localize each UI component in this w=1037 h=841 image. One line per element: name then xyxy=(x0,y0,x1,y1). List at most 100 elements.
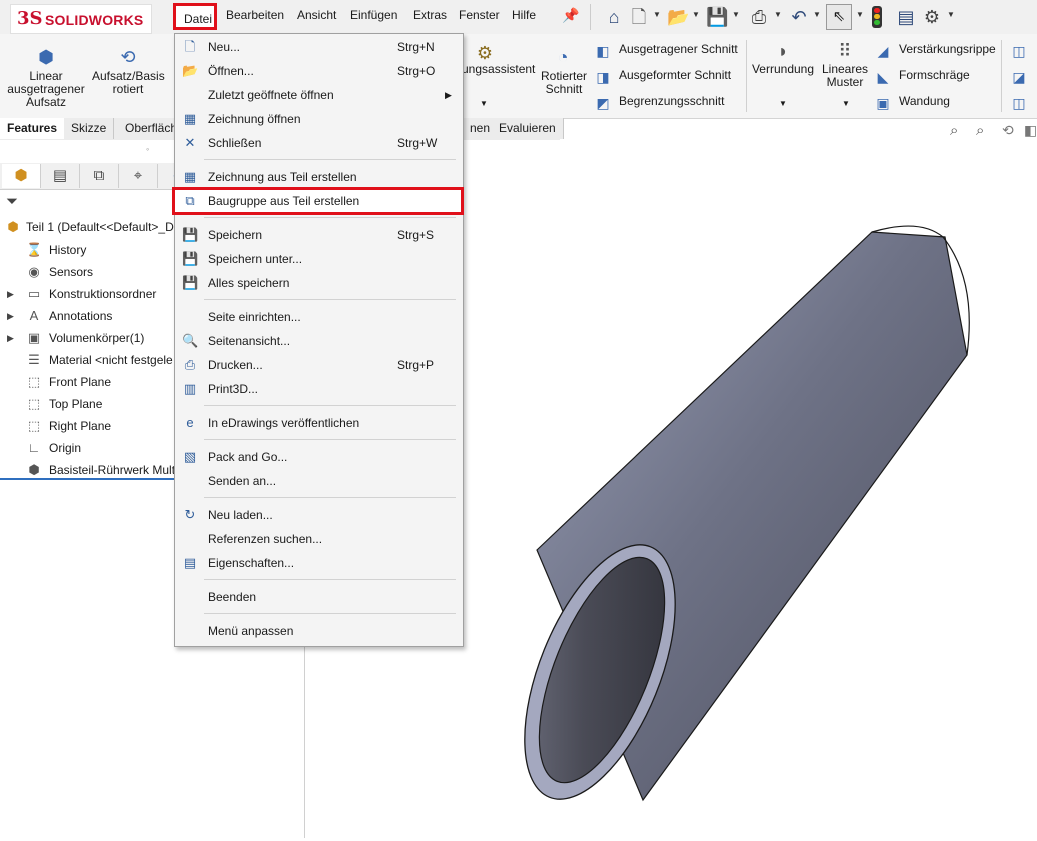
menu-fenster[interactable]: Fenster xyxy=(459,8,500,22)
chevron-down-icon[interactable]: ▼ xyxy=(732,10,740,19)
menu-item-zeichnung-aus-teil-erstellen[interactable]: ▦ Zeichnung aus Teil erstellen xyxy=(175,165,463,189)
chevron-down-icon[interactable]: ▼ xyxy=(653,10,661,19)
home-icon[interactable]: ⌂ xyxy=(603,6,625,28)
menu-item-shortcut: Strg+W xyxy=(397,136,438,150)
feature-manager-tab-icon[interactable]: ⬢ xyxy=(2,164,41,188)
tab-evaluieren[interactable]: Evaluieren xyxy=(492,118,564,139)
menu-einfuegen[interactable]: Einfügen xyxy=(350,8,397,22)
open-icon[interactable]: 📂 xyxy=(667,6,689,28)
toolbar-separator xyxy=(590,4,591,30)
menu-item-menü-anpassen[interactable]: Menü anpassen xyxy=(175,619,463,643)
property-manager-tab-icon[interactable]: ▤ xyxy=(41,164,80,188)
chevron-down-icon[interactable]: ▼ xyxy=(692,10,700,19)
hole-wizard-icon[interactable]: ⚙ xyxy=(474,42,496,64)
menu-item-beenden[interactable]: Beenden xyxy=(175,585,463,609)
chevron-right-icon[interactable]: ▶ xyxy=(7,328,14,348)
hole-wizard-button[interactable]: ungsassistent xyxy=(462,63,535,76)
save-icon[interactable]: 💾 xyxy=(706,6,728,28)
chevron-down-icon[interactable]: ▼ xyxy=(947,10,955,19)
menu-item-seitenansicht[interactable]: 🔍 Seitenansicht... xyxy=(175,329,463,353)
draft-icon[interactable]: ◣ xyxy=(874,66,892,88)
menu-item-print3d[interactable]: ▥ Print3D... xyxy=(175,377,463,401)
chevron-down-icon[interactable]: ▼ xyxy=(842,99,850,108)
rib-button[interactable]: Verstärkungsrippe xyxy=(899,43,996,56)
menu-item-seite-einrichten[interactable]: Seite einrichten... xyxy=(175,305,463,329)
wrap-icon[interactable]: ◫ xyxy=(1010,40,1028,62)
chevron-down-icon[interactable]: ▼ xyxy=(779,99,787,108)
extrude-boss-button[interactable]: Linear ausgetragener Aufsatz xyxy=(4,70,88,109)
extrude-boss-icon[interactable]: ⬢ xyxy=(35,46,57,68)
extruded-cut-icon[interactable]: ◧ xyxy=(594,40,612,62)
rebuild-traffic-light-icon[interactable] xyxy=(872,6,882,28)
mirror-icon[interactable]: ◫ xyxy=(1010,92,1028,114)
panel-grip-icon[interactable]: ◦ xyxy=(146,144,149,154)
chevron-down-icon[interactable]: ▼ xyxy=(856,10,864,19)
chevron-down-icon[interactable]: ▼ xyxy=(813,10,821,19)
tab-skizze[interactable]: Skizze xyxy=(64,118,115,139)
menu-item-schließen[interactable]: ✕ Schließen Strg+W xyxy=(175,131,463,155)
chevron-down-icon[interactable]: ▼ xyxy=(480,99,488,108)
select-cursor-icon[interactable]: ⇖ xyxy=(826,4,852,30)
section-view-icon[interactable]: ◧ xyxy=(1024,122,1037,139)
configuration-manager-tab-icon[interactable]: ⧉ xyxy=(80,164,119,188)
menu-item-eigenschaften[interactable]: ▤ Eigenschaften... xyxy=(175,551,463,575)
menu-item-baugruppe-aus-teil-erstellen[interactable]: ⧉ Baugruppe aus Teil erstellen xyxy=(175,189,463,213)
shell-icon[interactable]: ▣ xyxy=(874,92,892,114)
tree-item-label: Right Plane xyxy=(49,419,112,433)
drawing-from-part-icon: ▦ xyxy=(183,169,197,184)
menu-item-pack-and-go[interactable]: ▧ Pack and Go... xyxy=(175,445,463,469)
menu-extras[interactable]: Extras xyxy=(413,8,447,22)
shell-button[interactable]: Wandung xyxy=(899,95,950,108)
undo-icon[interactable]: ↶ xyxy=(788,6,810,28)
menu-item-zeichnung-öffnen[interactable]: ▦ Zeichnung öffnen xyxy=(175,107,463,131)
menu-item-drucken[interactable]: ⎙ Drucken... Strg+P xyxy=(175,353,463,377)
draft-button[interactable]: Formschräge xyxy=(899,69,970,82)
solidworks-logo[interactable]: 3S SOLIDWORKS xyxy=(10,4,152,34)
filter-icon[interactable]: ⏷ xyxy=(6,193,18,210)
rib-icon[interactable]: ◢ xyxy=(874,40,892,62)
zoom-to-area-icon[interactable]: ⌕ xyxy=(976,122,984,139)
intersect-icon[interactable]: ◪ xyxy=(1010,66,1028,88)
menu-item-speichern[interactable]: 💾 Speichern Strg+S xyxy=(175,223,463,247)
boundary-cut-button[interactable]: Begrenzungsschnitt xyxy=(619,95,724,108)
menu-item-referenzen-suchen[interactable]: Referenzen suchen... xyxy=(175,527,463,551)
chevron-right-icon[interactable]: ▶ xyxy=(7,306,14,326)
menu-item-neu-laden[interactable]: ↻ Neu laden... xyxy=(175,503,463,527)
menu-bearbeiten[interactable]: Bearbeiten xyxy=(226,8,284,22)
linear-pattern-button[interactable]: Lineares Muster xyxy=(818,63,872,89)
print-icon[interactable]: ⎙ xyxy=(748,6,770,28)
swept-cut-button[interactable]: Ausgeformter Schnitt xyxy=(619,69,731,82)
fillet-icon[interactable]: ◗ xyxy=(772,40,794,62)
menu-item-label: Referenzen suchen... xyxy=(208,532,323,546)
dimxpert-tab-icon[interactable]: ⌖ xyxy=(119,164,158,188)
previous-view-icon[interactable]: ⟲ xyxy=(1002,122,1014,139)
new-document-icon[interactable]: 🗋 xyxy=(628,6,650,28)
zoom-to-fit-icon[interactable]: ⌕ xyxy=(950,122,958,139)
menu-item-neu[interactable]: 🗋 Neu... Strg+N xyxy=(175,35,463,59)
menu-hilfe[interactable]: Hilfe xyxy=(512,8,536,22)
menu-item-senden-an[interactable]: Senden an... xyxy=(175,469,463,493)
menu-item-speichern-unter[interactable]: 💾 Speichern unter... xyxy=(175,247,463,271)
extruded-cut-button[interactable]: Ausgetragener Schnitt xyxy=(619,43,738,56)
chevron-right-icon[interactable]: ▶ xyxy=(7,284,14,304)
menu-item-öffnen[interactable]: 📂 Öffnen... Strg+O xyxy=(175,59,463,83)
chevron-down-icon[interactable]: ▼ xyxy=(774,10,782,19)
menu-ansicht[interactable]: Ansicht xyxy=(297,8,336,22)
menu-item-alles-speichern[interactable]: 💾 Alles speichern xyxy=(175,271,463,295)
menu-item-in-edrawings-veröffentlichen[interactable]: e In eDrawings veröffentlichen xyxy=(175,411,463,435)
pin-icon[interactable]: 📌 xyxy=(562,7,579,24)
menu-datei[interactable]: Datei xyxy=(173,3,217,30)
print3d-icon: ▥ xyxy=(183,381,197,396)
revolved-cut-icon[interactable]: ◔ xyxy=(552,46,574,68)
swept-cut-icon[interactable]: ◨ xyxy=(594,66,612,88)
tab-features[interactable]: Features xyxy=(0,118,66,139)
boundary-cut-icon[interactable]: ◩ xyxy=(594,92,612,114)
revolve-boss-button[interactable]: Aufsatz/Basis rotiert xyxy=(92,70,165,96)
fillet-button[interactable]: Verrundung xyxy=(751,63,815,76)
file-properties-icon[interactable]: ▤ xyxy=(895,6,917,28)
linear-pattern-icon[interactable]: ⠿ xyxy=(834,40,856,62)
revolved-cut-button[interactable]: Rotierter Schnitt xyxy=(536,70,592,96)
revolve-boss-icon[interactable]: ⟲ xyxy=(117,46,139,68)
gear-icon[interactable]: ⚙ xyxy=(921,6,943,28)
menu-item-zuletzt-geöffnete-öffnen[interactable]: Zuletzt geöffnete öffnen ▶ xyxy=(175,83,463,107)
